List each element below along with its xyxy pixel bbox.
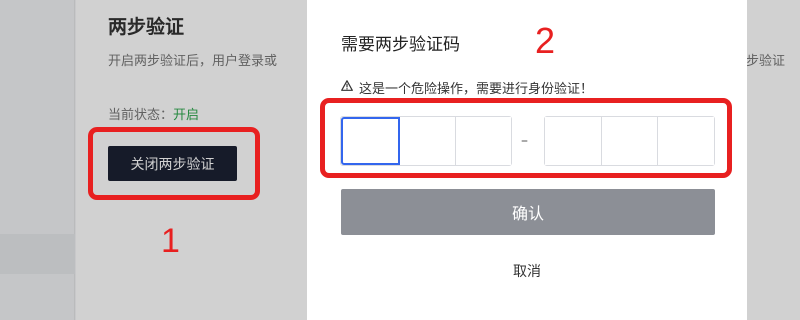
warning-text: 这是一个危险操作，需要进行身份验证！	[359, 82, 594, 97]
modal-title: 需要两步验证码	[341, 35, 460, 55]
warning-triangle-icon	[341, 80, 353, 95]
warning-message: 这是一个危险操作，需要进行身份验证！	[341, 78, 593, 97]
annotation-box-step1	[88, 127, 260, 200]
annotation-box-step2	[320, 98, 732, 178]
annotation-number-step2: 2	[535, 20, 556, 61]
confirm-button[interactable]: 确认	[341, 189, 715, 235]
annotation-number-step1: 1	[161, 222, 180, 260]
cancel-button[interactable]: 取消	[497, 260, 557, 282]
